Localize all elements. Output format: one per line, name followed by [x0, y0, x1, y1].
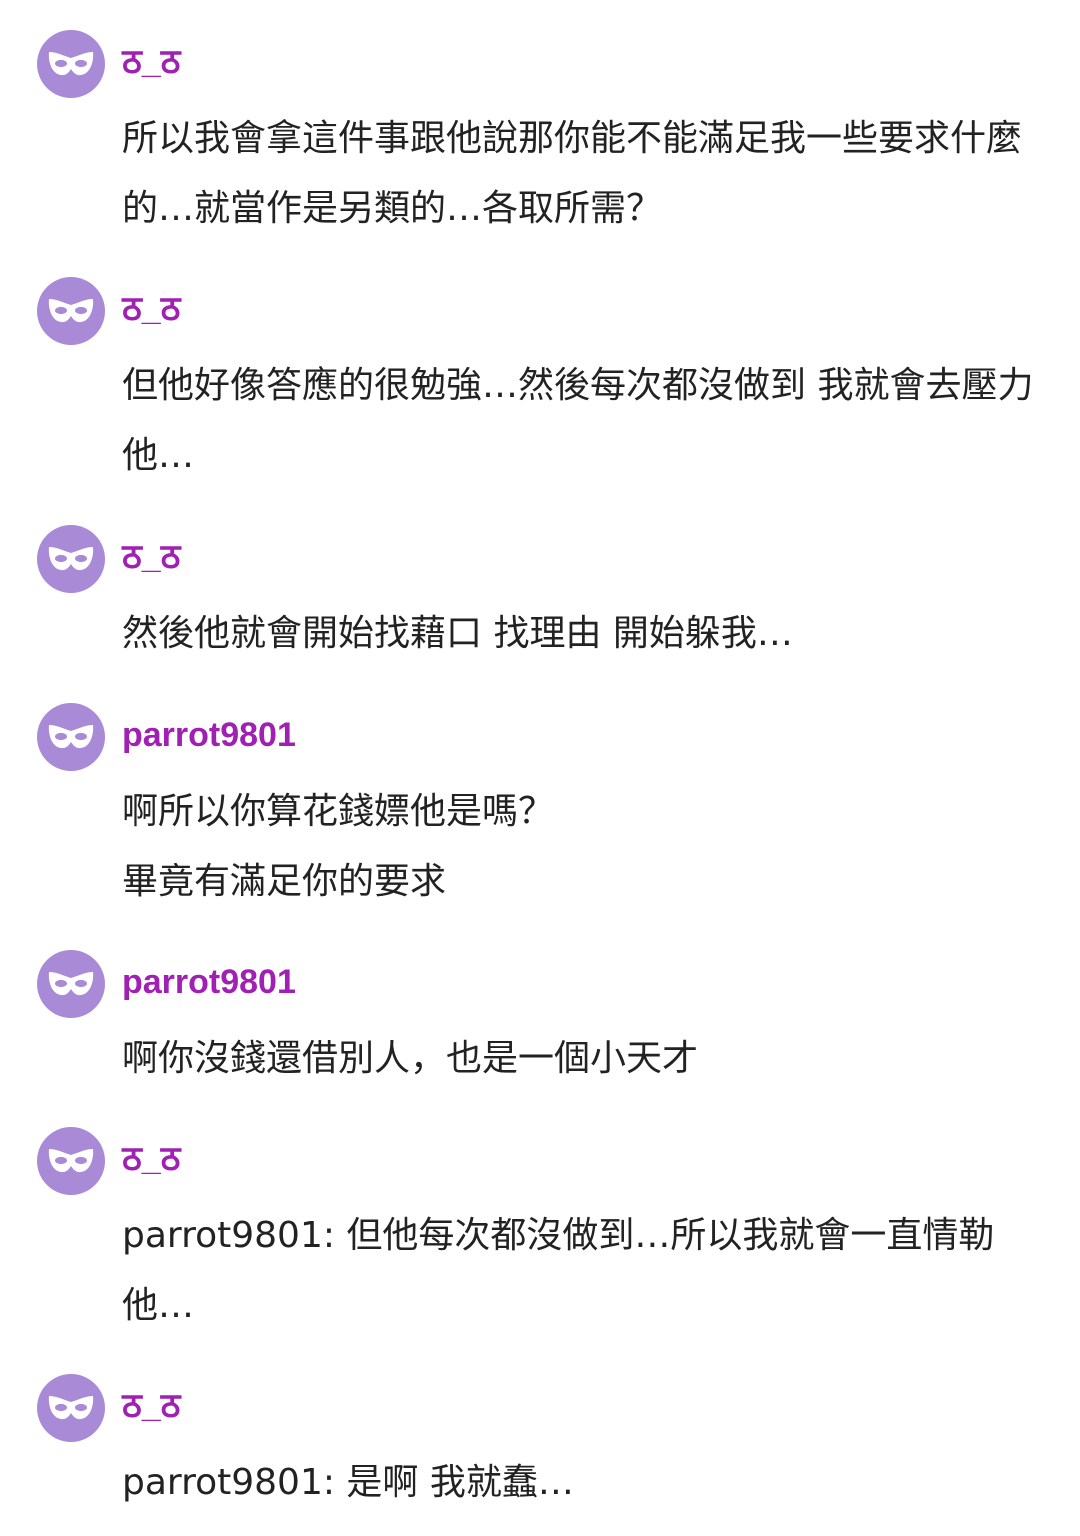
mask-icon: [48, 972, 94, 996]
avatar[interactable]: [37, 703, 105, 771]
message-thread: ठ_ठ 所以我會拿這件事跟他說那你能不能滿足我一些要求什麼的…就當作是另類的…各…: [0, 0, 1080, 1536]
message-text: 所以我會拿這件事跟他說那你能不能滿足我一些要求什麼的…就當作是另類的…各取所需？: [122, 118, 1023, 229]
avatar[interactable]: [37, 1374, 105, 1442]
message-text: 但他好像答應的很勉強…然後每次都沒做到 我就會去壓力他…: [122, 365, 1034, 476]
message-text: parrot9801: 是啊 我就蠢…: [122, 1462, 574, 1503]
message-text: 啊你沒錢還借別人，也是一個小天才: [122, 1038, 699, 1079]
mask-icon: [48, 299, 94, 323]
avatar[interactable]: [37, 950, 105, 1018]
avatar[interactable]: [37, 277, 105, 345]
username[interactable]: ठ_ठ: [122, 1139, 180, 1179]
mask-icon: [48, 1396, 94, 1420]
username[interactable]: ठ_ठ: [122, 537, 180, 577]
avatar[interactable]: [37, 525, 105, 593]
username[interactable]: parrot9801: [122, 715, 296, 755]
mask-icon: [48, 547, 94, 571]
avatar[interactable]: [37, 1127, 105, 1195]
message-text: parrot9801: 但他每次都沒做到…所以我就會一直情勒他…: [122, 1215, 995, 1326]
avatar[interactable]: [37, 30, 105, 98]
mask-icon: [48, 52, 94, 76]
mask-icon: [48, 725, 94, 749]
username[interactable]: ठ_ठ: [122, 289, 180, 329]
message-text: 然後他就會開始找藉口 找理由 開始躲我…: [122, 613, 793, 654]
username[interactable]: ठ_ठ: [122, 42, 180, 82]
mask-icon: [48, 1149, 94, 1173]
message-text: 啊所以你算花錢嫖他是嗎？ 畢竟有滿足你的要求: [122, 791, 555, 902]
username[interactable]: parrot9801: [122, 962, 296, 1002]
username[interactable]: ठ_ठ: [122, 1386, 180, 1426]
